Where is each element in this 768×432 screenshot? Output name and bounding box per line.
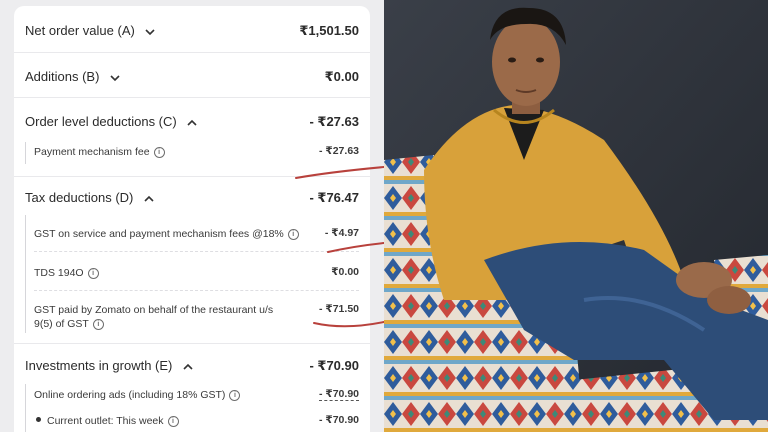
net-order-value: ₹1,501.50	[299, 23, 359, 38]
tax-deductions-value: - ₹76.47	[309, 190, 359, 205]
chevron-down-icon[interactable]	[144, 27, 156, 37]
info-icon[interactable]: i	[92, 319, 104, 330]
payout-panel: Net order value (A) ₹1,501.50 Additions …	[0, 0, 384, 432]
info-icon[interactable]: i	[287, 229, 299, 240]
gst-on-fees-label: GST on service and payment mechanism fee…	[34, 227, 299, 241]
person-on-armchair-image	[384, 0, 768, 432]
portrait-photo	[384, 0, 768, 432]
indent-line	[25, 384, 26, 432]
tds-label: TDS 194O i	[34, 266, 99, 280]
info-icon[interactable]: i	[87, 268, 99, 279]
current-outlet-label: Current outlet: This week i	[36, 414, 179, 428]
net-order-value-label: Net order value (A)	[25, 23, 156, 38]
gst-on-fees-value: - ₹4.97	[324, 227, 359, 239]
info-icon[interactable]: i	[229, 390, 241, 401]
indent-line	[25, 215, 26, 333]
indent-line	[25, 142, 26, 164]
info-icon[interactable]: i	[167, 416, 179, 427]
current-outlet-value: - ₹70.90	[319, 414, 359, 426]
net-order-value-row[interactable]: Net order value (A) ₹1,501.50	[14, 6, 370, 52]
additions-value: ₹0.00	[324, 69, 359, 84]
chevron-up-icon[interactable]	[186, 118, 198, 128]
payment-mechanism-fee-value: - ₹27.63	[319, 145, 359, 157]
dashed-divider	[34, 251, 359, 252]
bullet-icon	[36, 417, 41, 422]
order-deductions-label: Order level deductions (C)	[25, 114, 198, 129]
gst-paid-by-zomato-value: - ₹71.50	[319, 303, 359, 315]
investments-value: - ₹70.90	[309, 358, 359, 373]
online-ads-value[interactable]: - ₹70.90	[319, 388, 359, 401]
payout-breakdown-card: Net order value (A) ₹1,501.50 Additions …	[14, 6, 370, 432]
chevron-down-icon[interactable]	[109, 73, 121, 83]
additions-label: Additions (B)	[25, 69, 121, 84]
payment-mechanism-fee-label: Payment mechanism fee i	[34, 145, 165, 159]
investments-label: Investments in growth (E)	[25, 358, 194, 373]
chevron-up-icon[interactable]	[143, 194, 155, 204]
chevron-up-icon[interactable]	[182, 362, 194, 372]
info-icon[interactable]: i	[153, 147, 165, 158]
additions-row[interactable]: Additions (B) ₹0.00	[14, 53, 370, 97]
dashed-divider	[34, 290, 359, 291]
tds-value: ₹0.00	[331, 266, 359, 278]
tax-deductions-label: Tax deductions (D)	[25, 190, 155, 205]
order-deductions-section: Order level deductions (C) - ₹27.63 Paym…	[14, 98, 370, 176]
investments-section: Investments in growth (E) - ₹70.90 Onlin…	[14, 344, 370, 432]
order-deductions-value: - ₹27.63	[309, 114, 359, 129]
tax-deductions-section: Tax deductions (D) - ₹76.47 GST on servi…	[14, 177, 370, 343]
gst-paid-by-zomato-label: GST paid by Zomato on behalf of the rest…	[34, 304, 274, 330]
online-ads-label: Online ordering ads (including 18% GST) i	[34, 388, 241, 402]
